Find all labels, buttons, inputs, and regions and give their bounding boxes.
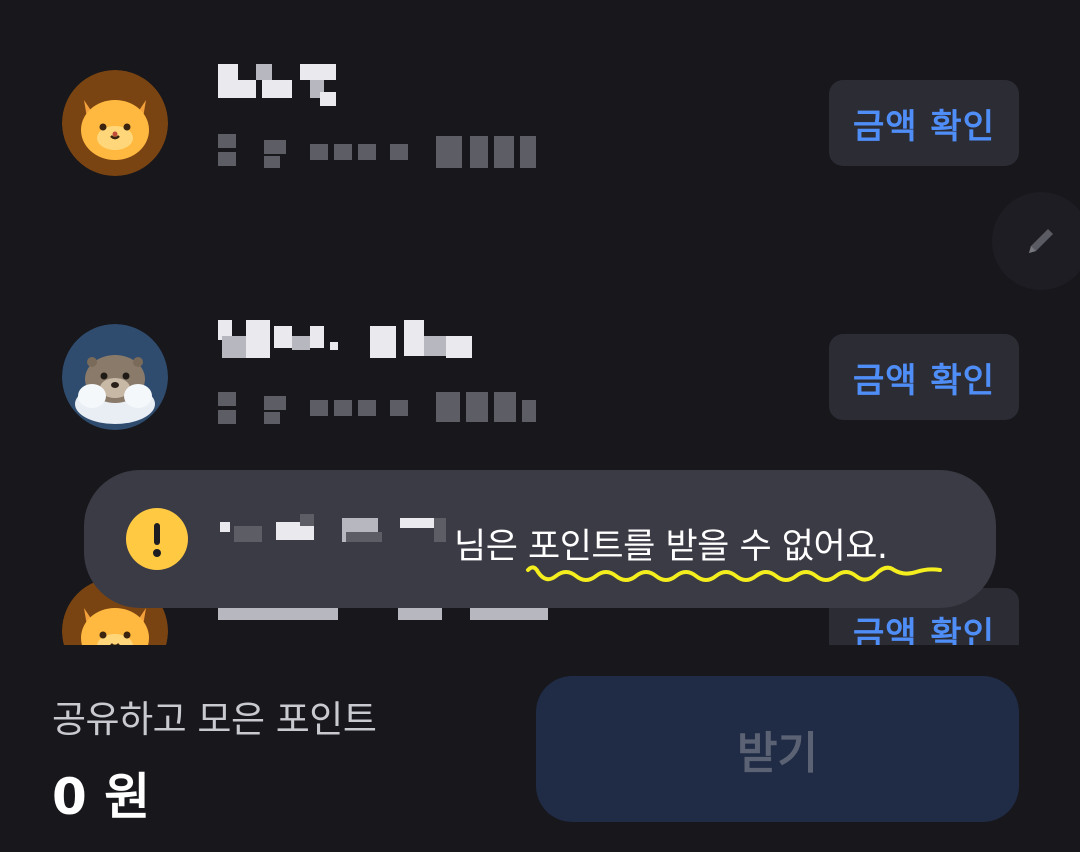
check-amount-button[interactable]: 금액 확인	[829, 334, 1019, 420]
bottom-bar: 공유하고 모은 포인트 0 원 받기	[0, 645, 1080, 852]
cat-avatar-icon	[62, 70, 168, 176]
edit-button[interactable]	[992, 192, 1080, 290]
receive-button[interactable]: 받기	[536, 676, 1019, 822]
screen: 금액 확인 금액 확인 금액 확인 님은 포인트를 받을 수 없어요. 공유하고…	[0, 0, 1080, 852]
points-value: 0 원	[52, 768, 151, 826]
points-label: 공유하고 모은 포인트	[52, 698, 377, 741]
warning-icon	[126, 508, 188, 570]
pencil-icon	[1029, 229, 1053, 253]
toast-message: 님은 포인트를 받을 수 없어요.	[84, 470, 996, 608]
underline-annotation	[526, 565, 942, 582]
check-amount-button[interactable]: 금액 확인	[829, 80, 1019, 166]
otter-avatar-icon	[62, 324, 168, 430]
